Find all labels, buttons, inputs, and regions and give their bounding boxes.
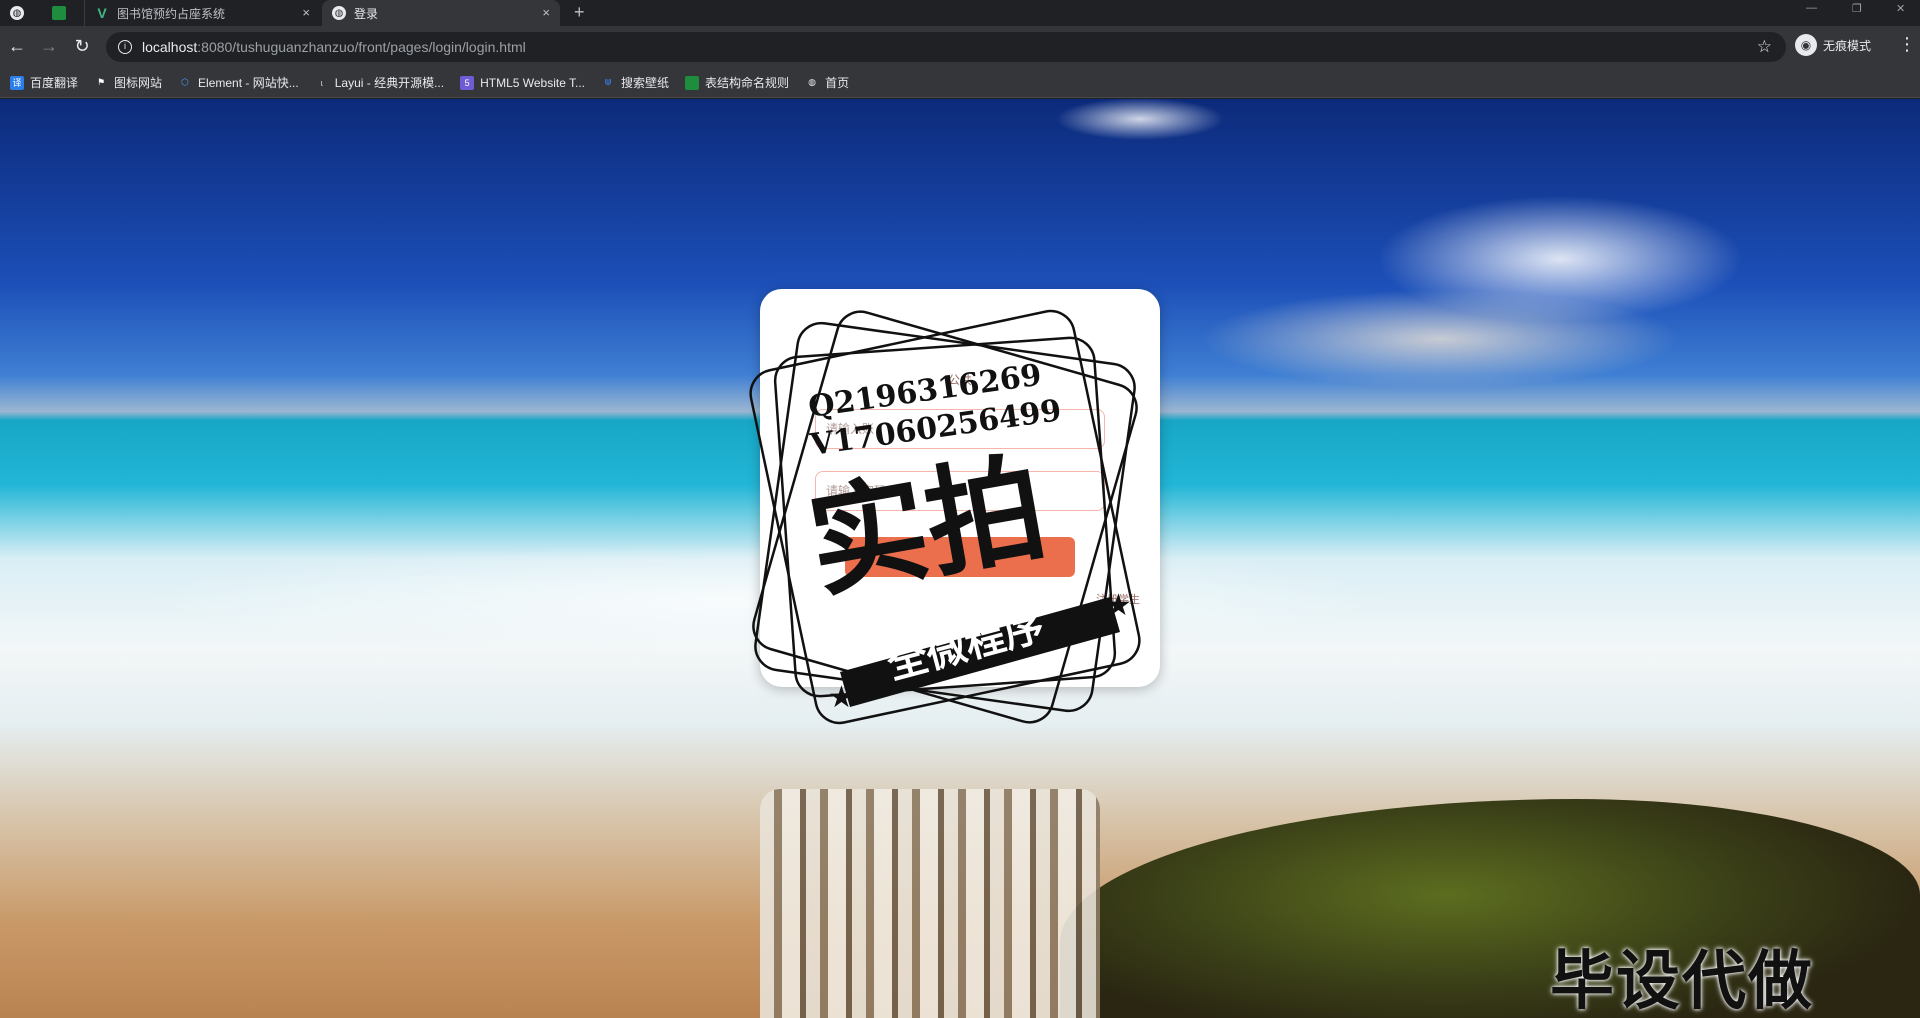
menu-icon[interactable]: ⋮	[1898, 34, 1916, 55]
html5-icon: 5	[460, 75, 475, 90]
wallpaper-icon: ⋓	[604, 77, 612, 87]
baidu-translate-icon: 译	[10, 75, 24, 90]
bookmark-star-icon[interactable]: ☆	[1757, 37, 1772, 57]
window-close-icon[interactable]: ✕	[1896, 2, 1905, 15]
url-host: localhost	[142, 39, 198, 55]
bookmark-item[interactable]: ⋓ 搜索壁纸	[601, 74, 669, 91]
bookmark-item[interactable]: ◍ 首页	[805, 74, 849, 91]
tab-title: 图书馆预约占座系统	[117, 6, 226, 21]
tab-title: 登录	[354, 6, 379, 21]
reload-icon[interactable]: ↻	[71, 35, 93, 57]
bookmark-item[interactable]: 5 HTML5 Website T...	[460, 75, 585, 90]
corner-watermark: 毕设代做	[1550, 945, 1814, 1018]
bookmark-item[interactable]: ⬡ Element - 网站快...	[178, 74, 299, 91]
bookmarks-bar: 译 百度翻译 ⚑ 图标网站 ⬡ Element - 网站快... ɩ Layui…	[0, 68, 1920, 98]
minimize-icon[interactable]: —	[1806, 2, 1817, 14]
url-path: :8080/tushuguanzhanzuo/front/pages/login…	[197, 39, 526, 55]
register-link[interactable]: 注册学生	[1096, 591, 1140, 607]
forward-icon[interactable]: →	[38, 35, 60, 57]
incognito-indicator[interactable]: ◉ 无痕模式	[1795, 34, 1871, 56]
vue-icon: V	[97, 5, 107, 21]
element-icon: ⬡	[181, 77, 189, 87]
bookmark-item[interactable]: 译 百度翻译	[10, 74, 78, 91]
browser-tab-login[interactable]: ◍ 登录 ×	[322, 0, 560, 26]
incognito-label: 无痕模式	[1823, 38, 1872, 53]
address-bar[interactable]: i localhost :8080/tushuguanzhanzuo/front…	[106, 32, 1786, 62]
layui-icon: ɩ	[320, 77, 323, 88]
site-info-icon[interactable]: i	[118, 40, 132, 54]
browser-toolbar: ← → ↻ i localhost :8080/tushuguanzhanzuo…	[0, 26, 1920, 68]
waterfall	[760, 789, 1100, 1018]
flag-icon: ⚑	[96, 77, 106, 87]
globe-icon: ◍	[332, 6, 346, 20]
incognito-icon: ◉	[1795, 34, 1817, 56]
back-icon[interactable]: ←	[6, 35, 28, 57]
browser-tab[interactable]: ◍	[0, 0, 40, 26]
globe-icon: ◍	[808, 77, 816, 87]
browser-tab-library[interactable]: V 图书馆预约占座系统 ×	[84, 0, 320, 26]
sheet-icon	[52, 6, 66, 20]
close-icon[interactable]: ×	[542, 5, 550, 20]
sheet-icon	[685, 75, 700, 90]
login-card: 公共 注册学生	[760, 289, 1160, 687]
bookmark-item[interactable]: ⚑ 图标网站	[94, 74, 162, 91]
globe-icon: ◍	[10, 6, 24, 20]
login-button[interactable]	[845, 537, 1075, 577]
bookmark-item[interactable]: ɩ Layui - 经典开源模...	[315, 74, 444, 91]
bookmark-item[interactable]: 表结构命名规则	[685, 74, 789, 91]
new-tab-button[interactable]: +	[574, 2, 585, 23]
login-title: 公共	[947, 373, 972, 387]
username-input[interactable]	[815, 409, 1105, 449]
browser-tab-strip: ◍ V 图书馆预约占座系统 × ◍ 登录 × + — ❐ ✕	[0, 0, 1920, 26]
restore-icon[interactable]: ❐	[1852, 2, 1862, 15]
password-input[interactable]	[815, 471, 1105, 511]
browser-tab[interactable]	[42, 0, 78, 26]
close-icon[interactable]: ×	[302, 5, 310, 20]
